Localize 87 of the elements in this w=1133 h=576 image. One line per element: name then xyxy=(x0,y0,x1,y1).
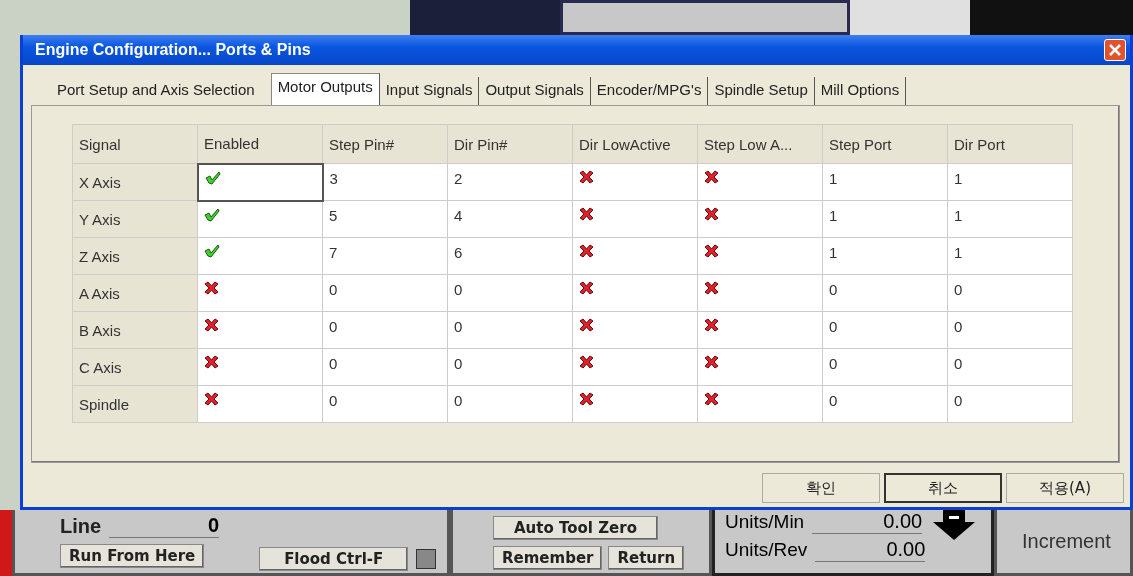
row-header[interactable]: C Axis xyxy=(72,348,198,386)
cross-icon xyxy=(579,170,594,184)
line-label: Line xyxy=(60,514,102,538)
table-cell: 0 xyxy=(447,385,573,423)
units-rev-value: 0.00 xyxy=(815,538,926,562)
table-cell: 2 xyxy=(447,163,573,201)
cross-icon xyxy=(704,170,719,184)
table-cell: 1 xyxy=(947,200,1073,238)
column-header[interactable]: Signal xyxy=(72,124,198,164)
column-header[interactable]: Dir Port xyxy=(947,124,1073,164)
table-cell: 0 xyxy=(947,274,1073,312)
cross-icon xyxy=(579,392,594,406)
column-header[interactable]: Enabled xyxy=(197,124,323,164)
row-header[interactable]: Spindle xyxy=(72,385,198,423)
column-header[interactable]: Step Low A... xyxy=(697,124,823,164)
cross-icon xyxy=(704,355,719,369)
cross-icon xyxy=(579,244,594,258)
cross-icon xyxy=(704,318,719,332)
table-cell: 1 xyxy=(822,237,948,275)
down-arrow-icon xyxy=(933,510,976,540)
tab[interactable]: Motor Outputs xyxy=(270,73,380,105)
cross-icon xyxy=(204,355,219,369)
table-cell: 0 xyxy=(947,385,1073,423)
table-cell: 7 xyxy=(322,237,448,275)
check-icon xyxy=(204,244,220,258)
cross-icon xyxy=(204,281,219,295)
indicator-light xyxy=(416,549,437,569)
table-cell: 5 xyxy=(322,200,448,238)
run-from-here-button[interactable]: Run From Here xyxy=(60,544,205,568)
cross-icon xyxy=(204,318,219,332)
cross-icon xyxy=(704,281,719,295)
window-title: Engine Configuration... Ports & Pins xyxy=(35,41,311,59)
column-header[interactable]: Dir LowActive xyxy=(572,124,698,164)
row-header[interactable]: Z Axis xyxy=(72,237,198,275)
return-button[interactable]: Return xyxy=(608,546,685,570)
cross-icon xyxy=(579,207,594,221)
table-cell: 0 xyxy=(447,274,573,312)
table-cell: 0 xyxy=(322,274,448,312)
table-cell: 0 xyxy=(822,311,948,349)
column-header[interactable]: Dir Pin# xyxy=(447,124,573,164)
table-cell: 0 xyxy=(447,348,573,386)
units-min-label: Units/Min xyxy=(725,511,805,533)
table-cell: 1 xyxy=(947,237,1073,275)
cross-icon xyxy=(704,244,719,258)
dialog-button[interactable]: 확인 xyxy=(762,473,880,503)
table-cell: 6 xyxy=(447,237,573,275)
check-icon xyxy=(204,170,221,185)
cross-icon xyxy=(704,392,719,406)
row-header[interactable]: B Axis xyxy=(72,311,198,349)
increment-label: Increment xyxy=(1022,530,1111,552)
auto-tool-zero-button[interactable]: Auto Tool Zero xyxy=(493,516,658,540)
table-cell: 0 xyxy=(947,311,1073,349)
flood-button[interactable]: Flood Ctrl-F xyxy=(259,547,409,571)
close-icon xyxy=(1109,44,1121,56)
row-header[interactable]: Y Axis xyxy=(72,200,198,238)
row-header[interactable]: X Axis xyxy=(72,163,198,201)
table-cell: 3 xyxy=(322,163,448,201)
column-header[interactable]: Step Pin# xyxy=(322,124,448,164)
table-cell: 0 xyxy=(322,385,448,423)
cross-icon xyxy=(579,355,594,369)
dialog-button[interactable]: 적용(A) xyxy=(1006,473,1124,503)
dialog-button[interactable]: 취소 xyxy=(884,473,1002,503)
table-cell: 0 xyxy=(822,348,948,386)
cross-icon xyxy=(704,207,719,221)
cross-icon xyxy=(204,392,219,406)
column-header[interactable]: Step Port xyxy=(822,124,948,164)
table-cell: 4 xyxy=(447,200,573,238)
cross-icon xyxy=(579,281,594,295)
row-header[interactable]: A Axis xyxy=(72,274,198,312)
table-cell: 0 xyxy=(947,348,1073,386)
check-icon xyxy=(204,207,220,222)
table-cell: 1 xyxy=(947,163,1073,201)
units-rev-label: Units/Rev xyxy=(725,539,808,561)
table-cell: 0 xyxy=(322,311,448,349)
table-cell: 0 xyxy=(822,274,948,312)
table-cell[interactable] xyxy=(197,163,323,201)
cross-icon xyxy=(579,318,594,332)
table-cell: 0 xyxy=(322,348,448,386)
close-button[interactable] xyxy=(1104,39,1126,61)
table-cell: 1 xyxy=(822,163,948,201)
table-cell: 0 xyxy=(447,311,573,349)
table-cell: 0 xyxy=(822,385,948,423)
tab[interactable]: Port Setup and Axis Selection xyxy=(51,77,271,105)
line-value: 0 xyxy=(109,514,220,538)
units-min-value: 0.00 xyxy=(812,510,923,534)
table-cell: 1 xyxy=(822,200,948,238)
remember-button[interactable]: Remember xyxy=(493,546,603,570)
